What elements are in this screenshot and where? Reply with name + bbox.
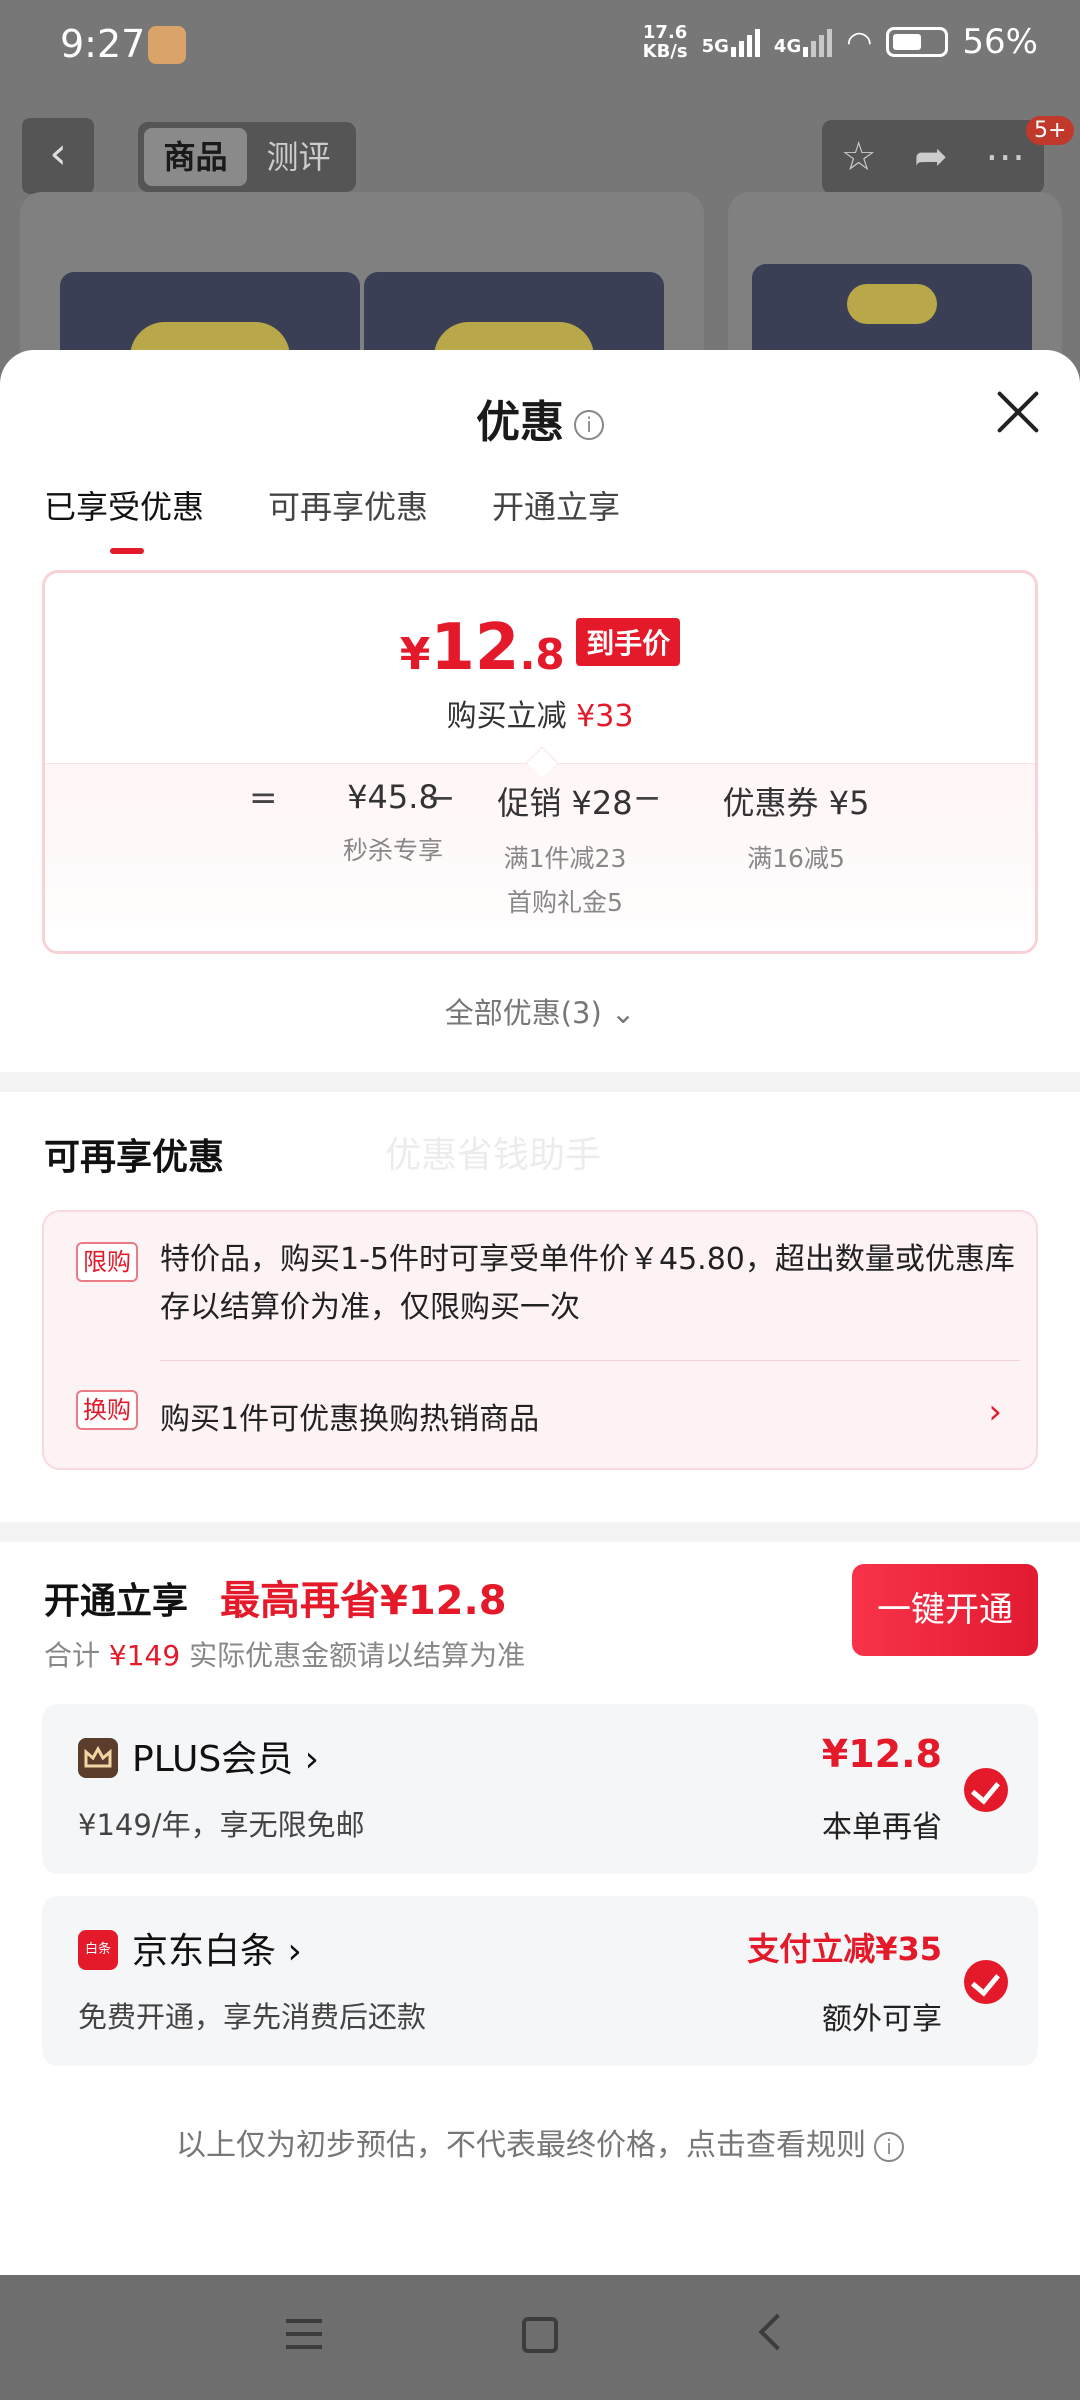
status-indicators: 17.6 KB/s 5G 4G ◠ 56% — [643, 22, 1038, 62]
status-bar: 9:27 17.6 KB/s 5G 4G ◠ 56% — [0, 0, 1080, 92]
member-desc: ¥149/年，享无限免邮 — [78, 1808, 365, 1842]
message-badge: 5+ — [1026, 116, 1075, 145]
minus-sign: − — [633, 778, 662, 818]
plus-member-card[interactable]: PLUS会员 › ¥149/年，享无限免邮 ¥12.8 本单再省 — [42, 1704, 1038, 1874]
share-icon[interactable]: ➦ — [914, 134, 948, 180]
nav-actions: ☆ ➦ ⋯ — [822, 120, 1044, 194]
close-button[interactable] — [996, 390, 1040, 434]
discount-sheet: 优惠 i 已享受优惠 可再享优惠 开通立享 ¥12.8 到手价 购买立减 ¥33 … — [0, 350, 1080, 2275]
more-discount-title: 可再享优惠 — [44, 1137, 225, 1178]
info-icon[interactable]: i — [574, 410, 604, 440]
tab-review[interactable]: 测评 — [247, 128, 350, 186]
minus-sign: − — [427, 778, 456, 818]
member-name: 京东白条 › — [132, 1931, 302, 1972]
signal-4g-icon: 4G — [774, 27, 833, 57]
limit-text: 特价品，购买1-5件时可享受单件价￥45.80，超出数量或优惠库存以结算价为准，… — [160, 1242, 1015, 1325]
member-value: ¥12.8 — [821, 1732, 942, 1776]
signal-5g-icon: 5G — [702, 27, 760, 57]
member-desc: 免费开通，享先消费后还款 — [78, 2000, 427, 2034]
net-speed: 17.6 KB/s — [642, 22, 688, 62]
app-notification-icon — [148, 26, 186, 64]
divider — [0, 1072, 1080, 1092]
tab-more[interactable]: 可再享优惠 — [268, 482, 428, 528]
check-icon[interactable] — [964, 1960, 1008, 2004]
check-icon[interactable] — [964, 1768, 1008, 1812]
one-key-open-button[interactable]: 一键开通 — [852, 1564, 1038, 1656]
open-title: 开通立享 — [44, 1581, 189, 1622]
baitiao-card[interactable]: 白条 京东白条 › 免费开通，享先消费后还款 支付立减¥35 额外可享 — [42, 1896, 1038, 2066]
more-icon[interactable]: ⋯ — [985, 134, 1025, 180]
swap-tag: 换购 — [76, 1390, 138, 1430]
limit-tag: 限购 — [76, 1242, 138, 1282]
menu-icon[interactable] — [286, 2319, 322, 2349]
member-note: 本单再省 — [822, 1810, 942, 1845]
final-price: ¥12.8 到手价 — [45, 611, 1035, 685]
tab-enjoyed[interactable]: 已享受优惠 — [44, 482, 204, 554]
breakdown-base: ¥45.8 秒杀专享 — [342, 778, 443, 865]
battery-percent: 56% — [962, 22, 1038, 62]
discount-tabs: 已享受优惠 可再享优惠 开通立享 — [44, 482, 620, 554]
wifi-icon: ◠ — [846, 24, 873, 60]
status-time: 9:27 — [60, 22, 146, 66]
limit-info-box: 限购 特价品，购买1-5件时可享受单件价￥45.80，超出数量或优惠库存以结算价… — [42, 1210, 1038, 1470]
equals-sign: = — [249, 778, 278, 818]
member-name: PLUS会员 › — [132, 1739, 320, 1780]
background-page: 9:27 17.6 KB/s 5G 4G ◠ 56% ‹ 商品 测评 ☆ ➦ ⋯… — [0, 0, 1080, 402]
product-tabs: 商品 测评 — [138, 122, 356, 192]
product-navbar: ‹ 商品 测评 ☆ ➦ ⋯ — [0, 118, 1080, 194]
back-button[interactable]: ‹ — [22, 118, 94, 194]
info-icon: i — [874, 2131, 904, 2162]
price-summary: ¥12.8 到手价 购买立减 ¥33 = ¥45.8 秒杀专享 − 促销 ¥28… — [42, 570, 1038, 954]
member-note: 额外可享 — [822, 2002, 942, 2037]
breakdown-coupon: 优惠券 ¥5 满16减5 — [722, 784, 870, 873]
divider — [0, 1522, 1080, 1542]
battery-icon — [886, 27, 949, 57]
home-icon[interactable] — [522, 2317, 558, 2353]
chevron-down-icon: ⌄ — [611, 996, 636, 1030]
star-icon[interactable]: ☆ — [841, 134, 877, 180]
tab-goods[interactable]: 商品 — [144, 128, 247, 186]
open-subtitle: 合计 ¥149 实际优惠金额请以结算为准 — [44, 1639, 526, 1672]
member-value: 支付立减¥35 — [747, 1930, 942, 1968]
swap-text[interactable]: 购买1件可优惠换购热销商品 — [160, 1394, 539, 1438]
back-icon[interactable] — [758, 2313, 796, 2351]
save-line: 购买立减 ¥33 — [446, 699, 634, 734]
tab-open[interactable]: 开通立享 — [492, 482, 620, 528]
watermark: 优惠省钱助手 — [385, 1135, 602, 1176]
chevron-right-icon[interactable]: › — [988, 1392, 1002, 1432]
crown-icon — [78, 1738, 118, 1778]
system-nav-bar — [0, 2275, 1080, 2400]
baitiao-icon: 白条 — [78, 1930, 118, 1970]
final-price-tag: 到手价 — [576, 618, 681, 666]
max-save: 最高再省¥12.8 — [220, 1578, 507, 1624]
all-discounts-toggle[interactable]: 全部优惠(3) ⌄ — [0, 990, 1080, 1032]
sheet-title: 优惠 i — [0, 386, 1080, 450]
rules-footnote[interactable]: 以上仅为初步预估，不代表最终价格，点击查看规则 i — [0, 2120, 1080, 2164]
